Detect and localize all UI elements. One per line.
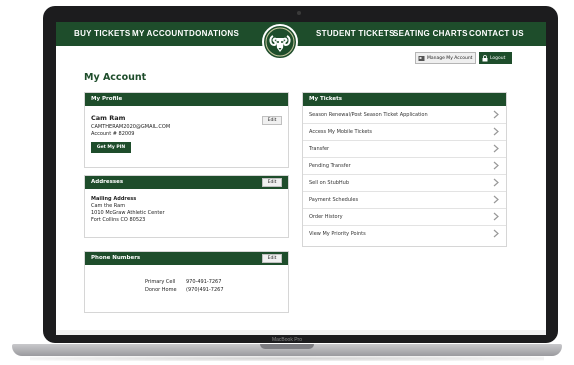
phone-label: Primary Cell (145, 279, 176, 285)
manage-account-button[interactable]: Manage My Account (415, 52, 476, 64)
chevron-right-icon (493, 161, 499, 170)
phones-edit-button[interactable]: Edit (262, 254, 282, 263)
tickets-heading: My Tickets (303, 93, 506, 106)
phone-number: (970)491-7267 (186, 287, 224, 293)
tickets-panel: My Tickets Season Renewal/Post Season Ti… (302, 92, 507, 247)
profile-email: CAMTHERAM2020@GMAIL.COM (91, 124, 171, 130)
profile-panel: My Profile Edit Cam Ram CAMTHERAM2020@GM… (84, 92, 289, 168)
phone-label: Donor Home (145, 287, 177, 293)
manage-account-label: Manage My Account (427, 55, 473, 61)
ticket-menu-item-payment-schedules[interactable]: Payment Schedules (303, 192, 506, 209)
ticket-menu-item-pending-transfer[interactable]: Pending Transfer (303, 158, 506, 175)
ticket-menu-item-order-history[interactable]: Order History (303, 209, 506, 226)
address-type: Mailing Address (91, 196, 137, 202)
logout-label: Logout (490, 55, 506, 61)
webcam (297, 11, 301, 15)
addresses-edit-button[interactable]: Edit (262, 178, 282, 187)
screen: BUY TICKETS MY ACCOUNT DONATIONS STUDENT… (56, 22, 546, 335)
addresses-panel: Addresses Edit Mailing Address Cam the R… (84, 175, 289, 238)
address-line: Fort Collins CO 80523 (91, 217, 146, 223)
phone-numbers-panel: Phone Numbers Edit Primary Cell 970-491-… (84, 251, 289, 313)
main-navbar: BUY TICKETS MY ACCOUNT DONATIONS STUDENT… (56, 22, 546, 46)
lock-icon (482, 54, 488, 61)
page-title: My Account (84, 72, 147, 83)
nav-contact-us[interactable]: CONTACT US (469, 29, 524, 38)
phone-numbers-heading: Phone Numbers (85, 252, 288, 265)
model-label: MacBook Pro (271, 337, 302, 343)
chevron-right-icon (493, 229, 499, 238)
addresses-heading: Addresses (85, 176, 288, 189)
ticket-menu-label: Access My Mobile Tickets (309, 129, 372, 135)
ticket-menu-label: Pending Transfer (309, 163, 351, 169)
logout-button[interactable]: Logout (479, 52, 512, 64)
ticket-menu-item-priority-points[interactable]: View My Priority Points (303, 226, 506, 243)
page-footer-strip (56, 330, 546, 335)
ticket-menu-item-stubhub[interactable]: Sell on StubHub (303, 175, 506, 192)
nav-buy-tickets[interactable]: BUY TICKETS (74, 29, 131, 38)
ticket-menu-label: View My Priority Points (309, 231, 366, 237)
chevron-right-icon (493, 212, 499, 221)
ticket-menu-item-transfer[interactable]: Transfer (303, 141, 506, 158)
chevron-right-icon (493, 144, 499, 153)
profile-name: Cam Ram (91, 114, 126, 122)
phone-number: 970-491-7267 (186, 279, 222, 285)
ticket-menu-label: Sell on StubHub (309, 180, 350, 186)
ticket-menu-label: Season Renewal/Post Season Ticket Applic… (309, 112, 428, 118)
profile-account-number: Account # 82009 (91, 131, 135, 137)
profile-edit-button[interactable]: Edit (262, 116, 282, 125)
ram-logo-icon[interactable] (262, 24, 298, 60)
nav-donations[interactable]: DONATIONS (189, 29, 239, 38)
ticket-menu-item-season-renewal[interactable]: Season Renewal/Post Season Ticket Applic… (303, 107, 506, 124)
ticket-menu-label: Transfer (309, 146, 330, 152)
nav-seating-charts[interactable]: SEATING CHARTS (393, 29, 468, 38)
chevron-right-icon (493, 195, 499, 204)
profile-heading: My Profile (85, 93, 288, 106)
address-line: Cam the Ram (91, 203, 126, 209)
nav-student-tickets[interactable]: STUDENT TICKETS (316, 29, 395, 38)
chevron-right-icon (493, 178, 499, 187)
get-pin-button[interactable]: Get My PIN (91, 142, 131, 153)
laptop-notch (260, 344, 314, 349)
chevron-right-icon (493, 127, 499, 136)
chevron-right-icon (493, 110, 499, 119)
nav-my-account[interactable]: MY ACCOUNT (132, 29, 189, 38)
ticket-menu-item-mobile-tickets[interactable]: Access My Mobile Tickets (303, 124, 506, 141)
ticket-menu-label: Order History (309, 214, 343, 220)
ticket-menu-label: Payment Schedules (309, 197, 359, 203)
account-card-icon (418, 55, 425, 61)
address-line: 1010 McGraw Athletic Center (91, 210, 165, 216)
laptop-shadow (30, 356, 544, 361)
